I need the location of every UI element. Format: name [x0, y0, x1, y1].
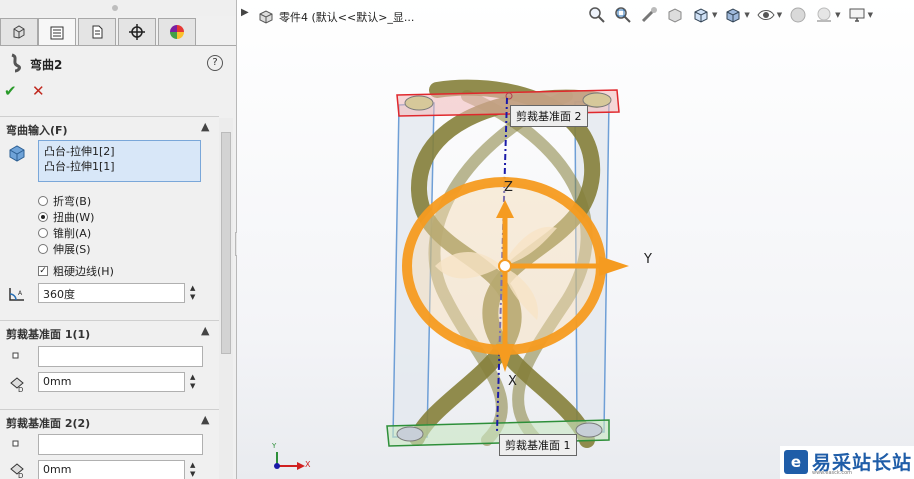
- panel-scrollbar[interactable]: [219, 118, 233, 479]
- trim-plane-2-entity-input[interactable]: [38, 434, 203, 455]
- angle-input[interactable]: 360度: [38, 283, 185, 303]
- trim-plane-2-distance-spinner[interactable]: ▲ ▼: [187, 460, 201, 479]
- triad-label-x: X: [305, 460, 311, 469]
- trim-plane-1-label[interactable]: 剪裁基准面 1: [499, 434, 577, 456]
- radio-label: 伸展(S): [53, 243, 91, 256]
- help-icon[interactable]: ?: [207, 55, 223, 71]
- radio-label: 折弯(B): [53, 195, 92, 208]
- watermark-logo: e: [784, 450, 808, 474]
- list-item[interactable]: 凸台-拉伸1[2]: [44, 144, 195, 159]
- flex-feature-icon: [7, 53, 25, 76]
- property-manager: 弯曲2 ? ✔ ✕ 弯曲输入(F) ▲ 凸台-拉伸1[2] 凸台-拉伸1[1] …: [0, 0, 237, 479]
- trim-plane-2-distance-input[interactable]: 0mm: [38, 460, 185, 479]
- section-bend-input[interactable]: 弯曲输入(F) ▲: [0, 116, 219, 139]
- radio-tapering[interactable]: 锥削(A): [38, 225, 91, 241]
- model-graphics[interactable]: [237, 0, 914, 479]
- checkbox-label: 粗硬边线(H): [53, 265, 114, 278]
- section-trim-plane-2[interactable]: 剪裁基准面 2(2) ▲: [0, 409, 219, 432]
- section-trim-plane-1-title: 剪裁基准面 1(1): [6, 328, 91, 341]
- collapse-chevron-icon[interactable]: ▲: [201, 120, 209, 133]
- list-item[interactable]: 凸台-拉伸1[1]: [44, 159, 195, 174]
- checkbox[interactable]: ✓: [38, 266, 48, 276]
- section-trim-plane-2-title: 剪裁基准面 2(2): [6, 417, 91, 430]
- feature-tree-icon: [13, 25, 25, 39]
- axis-label-z: Z: [504, 180, 513, 195]
- tab-display-manager[interactable]: [158, 18, 196, 45]
- radio-label: 扭曲(W): [53, 211, 95, 224]
- graphics-viewport[interactable]: ▶ 零件4 (默认<<默认>_显... ▼ ▼ ▼ ▼ ▼ 剪裁基准面 2 剪裁…: [237, 0, 914, 479]
- distance-icon: D: [7, 374, 27, 397]
- panel-grip[interactable]: [0, 0, 236, 16]
- radio-label: 锥削(A): [53, 227, 92, 240]
- tab-feature-manager[interactable]: [0, 18, 38, 45]
- axis-label-y: Y: [644, 252, 652, 267]
- reference-point-icon: [12, 438, 20, 451]
- tab-dimxpert[interactable]: [118, 18, 156, 45]
- radio-button[interactable]: [38, 212, 48, 222]
- feature-title: 弯曲2: [30, 58, 63, 72]
- distance-icon: D: [7, 460, 27, 479]
- crosshair-icon: [129, 24, 145, 40]
- radio-stretching[interactable]: 伸展(S): [38, 241, 91, 257]
- watermark: e 易采站长站 www.easck.com: [780, 446, 914, 479]
- collapse-chevron-icon[interactable]: ▲: [201, 413, 209, 426]
- bodies-selection-list[interactable]: 凸台-拉伸1[2] 凸台-拉伸1[1]: [38, 140, 201, 182]
- radio-button[interactable]: [38, 228, 48, 238]
- section-trim-plane-1[interactable]: 剪裁基准面 1(1) ▲: [0, 320, 219, 343]
- color-wheel-icon: [170, 25, 184, 39]
- angle-icon: A: [7, 285, 27, 306]
- manager-tabs: [0, 18, 236, 46]
- collapse-chevron-icon[interactable]: ▲: [201, 324, 209, 337]
- trim-plane-1-distance-spinner[interactable]: ▲ ▼: [187, 372, 201, 392]
- cancel-button[interactable]: ✕: [32, 82, 45, 100]
- tab-configuration-manager[interactable]: [78, 18, 116, 45]
- watermark-subtext: www.easck.com: [812, 470, 853, 476]
- radio-button[interactable]: [38, 244, 48, 254]
- svg-text:D: D: [18, 472, 23, 479]
- corner-axis-triad: [274, 452, 305, 470]
- trim-plane-2-label[interactable]: 剪裁基准面 2: [510, 105, 588, 127]
- svg-text:A: A: [18, 290, 23, 297]
- bodies-selection-icon: [7, 143, 27, 166]
- radio-bending[interactable]: 折弯(B): [38, 193, 91, 209]
- triad-label-y: Y: [272, 442, 277, 450]
- radio-button[interactable]: [38, 196, 48, 206]
- trim-plane-1-distance-input[interactable]: 0mm: [38, 372, 185, 392]
- trim-plane-1-entity-input[interactable]: [38, 346, 203, 367]
- reference-point-icon: [12, 350, 20, 363]
- hard-edges-checkbox[interactable]: ✓ 粗硬边线(H): [38, 263, 114, 279]
- property-list-icon: [50, 26, 64, 39]
- radio-twisting[interactable]: 扭曲(W): [38, 209, 94, 225]
- scrollbar-thumb[interactable]: [221, 132, 231, 354]
- svg-text:D: D: [18, 386, 23, 394]
- tab-property-manager[interactable]: [38, 18, 76, 46]
- ok-button[interactable]: ✔: [4, 82, 17, 100]
- configuration-icon: [92, 25, 103, 39]
- axis-label-x: X: [508, 374, 517, 389]
- section-bend-input-title: 弯曲输入(F): [6, 124, 68, 137]
- angle-spinner[interactable]: ▲ ▼: [187, 283, 201, 303]
